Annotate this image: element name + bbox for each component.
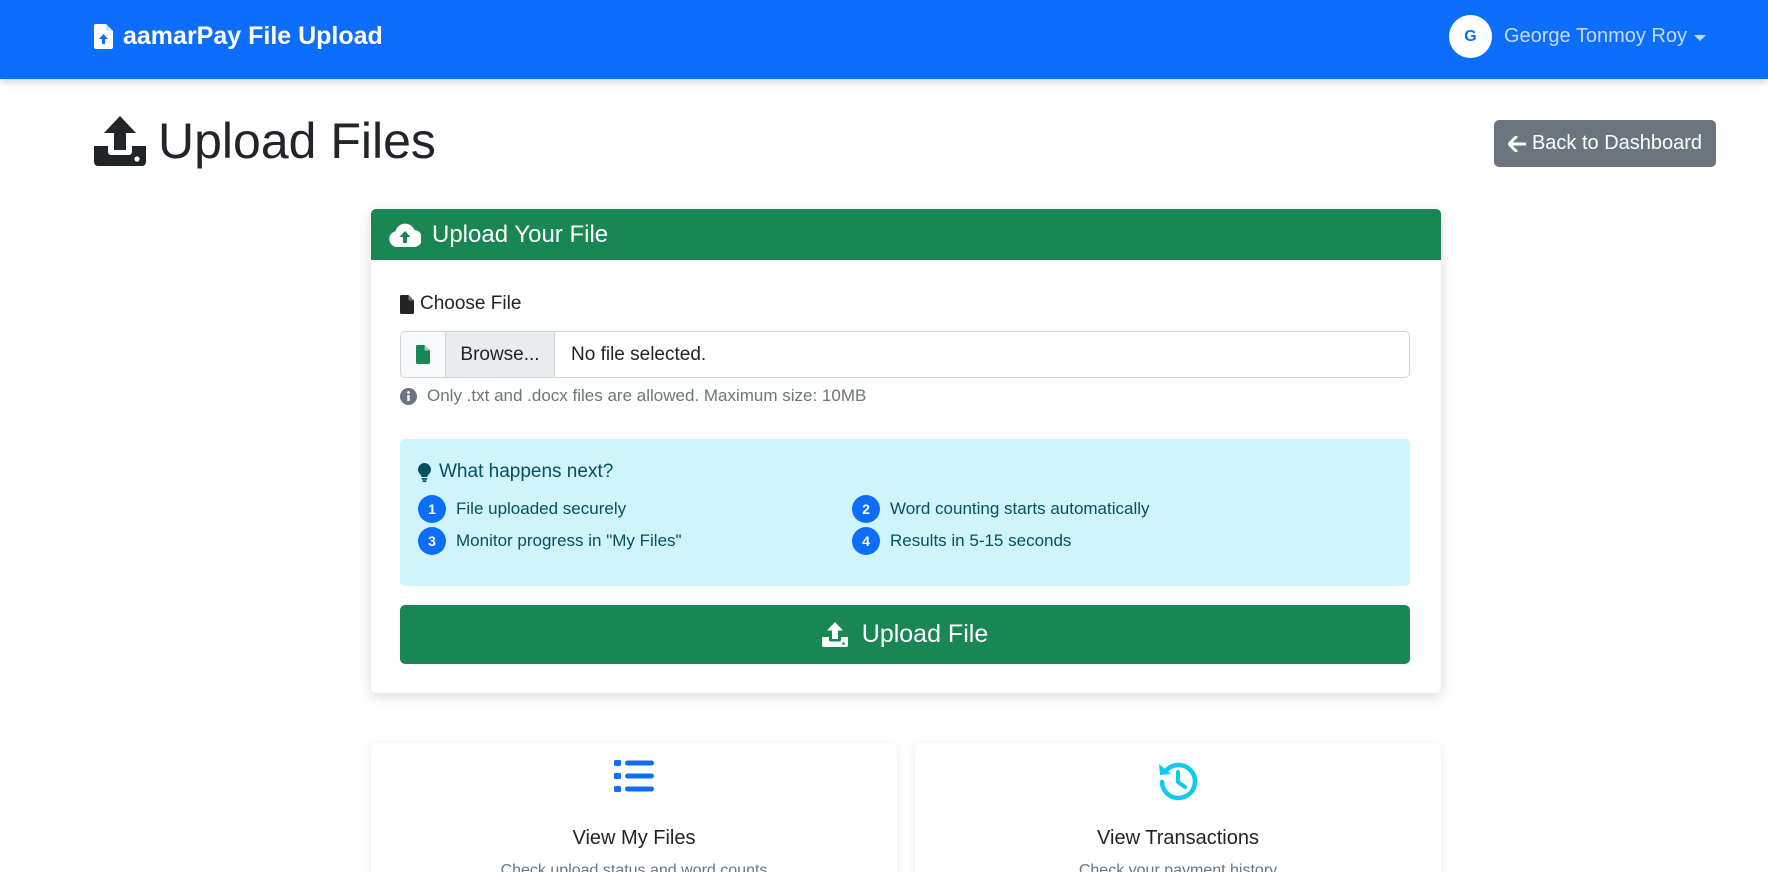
help-text-label: Only .txt and .docx files are allowed. M… bbox=[427, 386, 867, 405]
page-title-text: Upload Files bbox=[158, 113, 436, 169]
upload-icon bbox=[94, 116, 146, 166]
chevron-down-icon bbox=[1694, 34, 1706, 41]
step-text: Word counting starts automatically bbox=[890, 499, 1150, 518]
step-item: 4 Results in 5-15 seconds bbox=[852, 527, 1071, 555]
file-upload-icon bbox=[94, 24, 113, 49]
user-name: George Tonmoy Roy bbox=[1503, 25, 1687, 47]
step-item: 3 Monitor progress in "My Files" bbox=[418, 527, 682, 555]
next-steps-alert: What happens next? 1 File uploaded secur… bbox=[400, 439, 1410, 586]
user-menu[interactable]: G George Tonmoy Roy bbox=[1448, 15, 1706, 58]
file-icon bbox=[400, 294, 414, 314]
list-icon bbox=[614, 760, 654, 792]
step-number-badge: 1 bbox=[418, 495, 446, 523]
file-icon bbox=[416, 345, 430, 364]
upload-button-label: Upload File bbox=[861, 620, 989, 648]
file-help-text: Only .txt and .docx files are allowed. M… bbox=[400, 386, 866, 406]
navbar-brand[interactable]: aamarPay File Upload bbox=[94, 22, 383, 51]
cloud-upload-icon bbox=[389, 223, 421, 247]
file-name-display: No file selected. bbox=[571, 343, 707, 365]
view-my-files-card[interactable]: View My Files Check upload status and wo… bbox=[371, 743, 897, 872]
step-item: 2 Word counting starts automatically bbox=[852, 495, 1150, 523]
back-button-label: Back to Dashboard bbox=[1531, 132, 1703, 154]
upload-icon bbox=[821, 622, 848, 647]
step-text: Monitor progress in "My Files" bbox=[456, 531, 682, 550]
choose-file-label-text: Choose File bbox=[420, 293, 522, 314]
browse-button[interactable]: Browse... bbox=[446, 332, 555, 377]
file-input[interactable]: Browse... No file selected. bbox=[400, 331, 1410, 378]
view-transactions-description: Check your payment history bbox=[1078, 862, 1278, 872]
brand-label: aamarPay File Upload bbox=[123, 22, 383, 50]
lightbulb-icon bbox=[418, 462, 431, 482]
history-icon bbox=[1159, 762, 1198, 801]
view-my-files-title: View My Files bbox=[572, 827, 696, 849]
step-number-badge: 3 bbox=[418, 527, 446, 555]
view-transactions-title: View Transactions bbox=[1097, 827, 1259, 849]
upload-card-title: Upload Your File bbox=[432, 220, 609, 248]
arrow-left-icon bbox=[1507, 135, 1526, 152]
page-title: Upload Files bbox=[94, 112, 436, 170]
step-text: Results in 5-15 seconds bbox=[890, 531, 1072, 550]
next-steps-title: What happens next? bbox=[418, 461, 613, 483]
upload-file-button[interactable]: Upload File bbox=[400, 605, 1410, 664]
step-text: File uploaded securely bbox=[456, 499, 627, 518]
upload-card: Upload Your File Choose File Browse... N… bbox=[371, 209, 1441, 693]
file-input-icon-box bbox=[401, 332, 446, 377]
upload-card-header: Upload Your File bbox=[371, 209, 1441, 260]
step-item: 1 File uploaded securely bbox=[418, 495, 626, 523]
avatar: G bbox=[1448, 15, 1492, 58]
step-number-badge: 2 bbox=[852, 495, 880, 523]
view-transactions-card[interactable]: View Transactions Check your payment his… bbox=[915, 743, 1441, 872]
choose-file-label: Choose File bbox=[400, 293, 521, 315]
back-to-dashboard-button[interactable]: Back to Dashboard bbox=[1494, 120, 1716, 167]
view-my-files-description: Check upload status and word counts bbox=[500, 862, 768, 872]
info-circle-icon bbox=[400, 387, 417, 405]
next-steps-title-text: What happens next? bbox=[439, 461, 614, 482]
step-number-badge: 4 bbox=[852, 527, 880, 555]
top-navbar: aamarPay File Upload G George Tonmoy Roy bbox=[0, 0, 1768, 79]
